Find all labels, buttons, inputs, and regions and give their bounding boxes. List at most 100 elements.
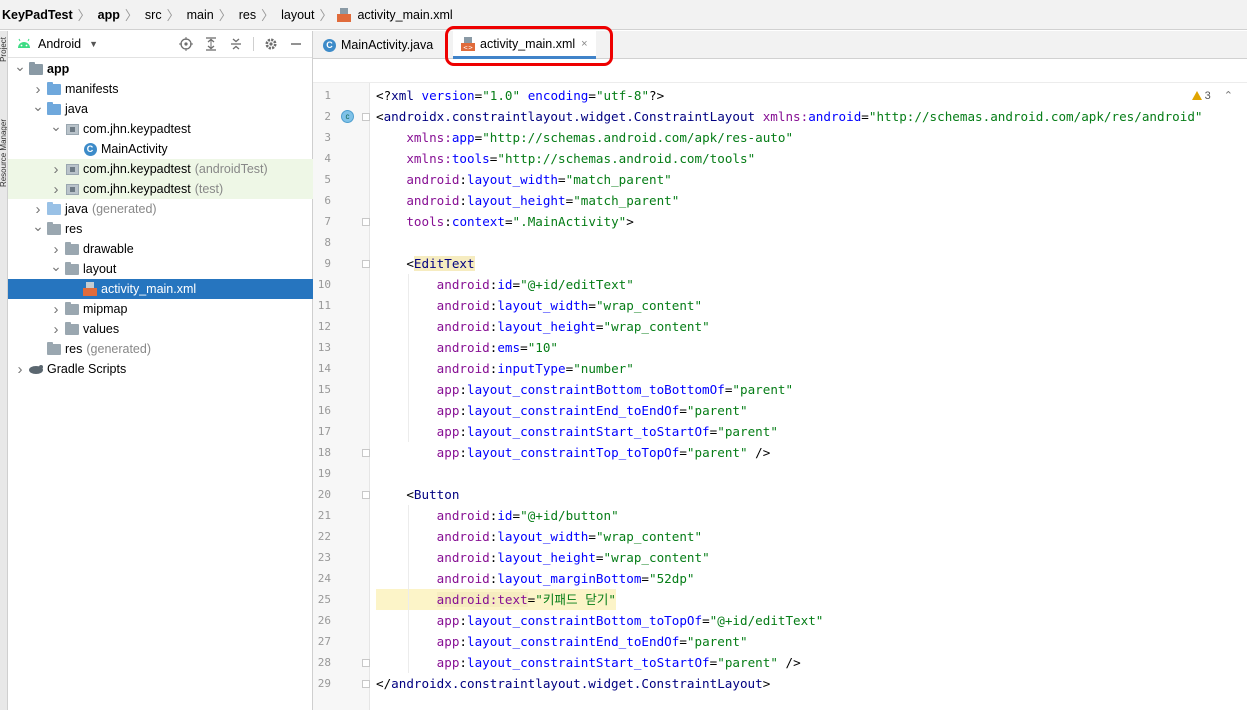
folder-icon bbox=[46, 341, 62, 357]
target-icon[interactable] bbox=[178, 36, 194, 52]
breadcrumb-item[interactable]: main bbox=[185, 8, 216, 22]
tree-item[interactable]: › com.jhn.keypadtest (androidTest) bbox=[8, 159, 313, 179]
line-number: 24 bbox=[317, 572, 331, 585]
breadcrumb-item[interactable]: activity_main.xml bbox=[355, 8, 454, 22]
collapse-all-icon[interactable] bbox=[228, 36, 244, 52]
breadcrumb-item[interactable]: KeyPadTest bbox=[0, 8, 75, 22]
chevron-down-icon[interactable]: ⌄ bbox=[48, 118, 64, 135]
code-token: layout_width bbox=[467, 172, 559, 187]
code-line: android:id="@+id/button" bbox=[376, 505, 619, 526]
tree-item[interactable]: res (generated) bbox=[8, 339, 313, 359]
tree-item-hint: (generated) bbox=[86, 342, 151, 356]
chevron-right-icon[interactable]: › bbox=[30, 81, 46, 98]
chevron-right-icon[interactable]: › bbox=[30, 201, 46, 218]
line-number: 25 bbox=[317, 593, 331, 606]
tree-item[interactable]: ⌄ com.jhn.keypadtest bbox=[8, 118, 313, 139]
project-view-label: Android bbox=[38, 37, 82, 51]
code-line: xmlns:app="http://schemas.android.com/ap… bbox=[376, 127, 793, 148]
android-icon bbox=[18, 38, 30, 48]
code-token: ?> bbox=[649, 88, 665, 103]
tree-item[interactable]: ⌄ layout bbox=[8, 258, 313, 279]
project-panel-header: Android ▼ bbox=[8, 31, 312, 58]
code-token: : bbox=[459, 655, 468, 670]
code-token: android bbox=[406, 172, 460, 187]
project-view-selector[interactable]: Android ▼ bbox=[16, 37, 98, 51]
code-line: </androidx.constraintlayout.widget.Const… bbox=[376, 673, 770, 694]
line-number: 10 bbox=[317, 278, 331, 291]
tree-item-label: layout bbox=[83, 262, 117, 276]
tree-item[interactable]: ⌄ java bbox=[8, 98, 313, 119]
fold-marker-icon[interactable] bbox=[362, 113, 370, 121]
tree-item[interactable]: C MainActivity bbox=[8, 139, 313, 159]
tree-item[interactable]: activity_main.xml bbox=[8, 279, 313, 299]
code-token: = bbox=[595, 319, 604, 334]
code-token: : bbox=[459, 613, 468, 628]
expand-all-icon[interactable] bbox=[203, 36, 219, 52]
code-line: xmlns:tools="http://schemas.android.com/… bbox=[376, 148, 755, 169]
fold-marker-icon[interactable] bbox=[362, 491, 370, 499]
tab-mainactivity[interactable]: C MainActivity.java bbox=[315, 31, 441, 59]
code-token: "parent" bbox=[686, 445, 748, 460]
tree-item[interactable]: ⌄ res bbox=[8, 218, 313, 239]
resource-manager-side-tab[interactable]: Resource Manager bbox=[0, 119, 7, 187]
tree-item[interactable]: › drawable bbox=[8, 239, 313, 259]
chevron-down-icon[interactable]: ⌄ bbox=[12, 58, 28, 75]
class-marker-icon[interactable]: c bbox=[341, 110, 354, 123]
code-token: layout_height bbox=[497, 319, 596, 334]
chevron-right-icon[interactable]: › bbox=[12, 361, 28, 378]
folder-icon bbox=[46, 221, 62, 237]
fold-marker-icon[interactable] bbox=[362, 449, 370, 457]
fold-marker-icon[interactable] bbox=[362, 659, 370, 667]
code-line: app:layout_constraintBottom_toTopOf="@+i… bbox=[376, 610, 824, 631]
tree-item-label: MainActivity bbox=[101, 142, 168, 156]
code-line: app:layout_constraintBottom_toBottomOf="… bbox=[376, 379, 793, 400]
close-icon[interactable]: × bbox=[581, 38, 587, 50]
tree-item[interactable]: › values bbox=[8, 319, 313, 339]
code-token: </ bbox=[376, 676, 392, 691]
tree-item[interactable]: ⌄ app bbox=[8, 58, 313, 79]
chevron-right-icon[interactable]: › bbox=[48, 181, 64, 198]
project-side-tab[interactable]: Project bbox=[0, 37, 7, 62]
chevron-right-icon[interactable]: › bbox=[48, 321, 64, 338]
folder-icon bbox=[64, 261, 80, 277]
line-number: 11 bbox=[317, 299, 331, 312]
chevron-right-icon: 〉 bbox=[319, 8, 333, 23]
code-token: : bbox=[459, 403, 468, 418]
tree-item[interactable]: › mipmap bbox=[8, 299, 313, 319]
code-line: android:ems="10" bbox=[376, 337, 558, 358]
chevron-down-icon[interactable]: ⌄ bbox=[30, 218, 46, 235]
line-number: 9 bbox=[324, 257, 331, 270]
tree-item[interactable]: › java (generated) bbox=[8, 199, 313, 219]
code-token: layout_constraintStart_toStartOf bbox=[467, 655, 710, 670]
breadcrumb-item[interactable]: app bbox=[96, 8, 122, 22]
chevron-right-icon: 〉 bbox=[218, 8, 232, 23]
chevron-down-icon[interactable]: ⌄ bbox=[48, 258, 64, 275]
chevron-down-icon[interactable]: ⌄ bbox=[30, 98, 46, 115]
chevron-right-icon[interactable]: › bbox=[48, 301, 64, 318]
chevron-right-icon[interactable]: › bbox=[48, 241, 64, 258]
code-token: "http://schemas.android.com/tools" bbox=[497, 151, 756, 166]
breadcrumb: KeyPadTest 〉 app 〉 src 〉 main 〉 res 〉 layout 〉 activ… bbox=[0, 0, 1247, 30]
code-token: xmlns: bbox=[762, 109, 809, 124]
tree-item[interactable]: › manifests bbox=[8, 79, 313, 99]
line-number: 8 bbox=[324, 236, 331, 249]
code-token: "parent" bbox=[732, 382, 794, 397]
code-area[interactable]: 3 ⌃ <?xml version="1.0" encoding="utf-8"… bbox=[370, 83, 1247, 710]
minimize-icon[interactable] bbox=[288, 36, 304, 52]
inspection-widget[interactable]: 3 ⌃ bbox=[1191, 89, 1233, 102]
tab-activity-main[interactable]: <> activity_main.xml × bbox=[453, 31, 596, 59]
tree-item[interactable]: › Gradle Scripts bbox=[8, 359, 313, 379]
line-number: 21 bbox=[317, 509, 331, 522]
breadcrumb-item[interactable]: layout bbox=[279, 8, 316, 22]
breadcrumb-item[interactable]: res bbox=[237, 8, 258, 22]
chevron-up-icon[interactable]: ⌃ bbox=[1224, 89, 1233, 102]
fold-marker-icon[interactable] bbox=[362, 260, 370, 268]
fold-marker-icon[interactable] bbox=[362, 680, 370, 688]
chevron-right-icon[interactable]: › bbox=[48, 161, 64, 178]
breadcrumb-item[interactable]: src bbox=[143, 8, 164, 22]
tree-item[interactable]: › com.jhn.keypadtest (test) bbox=[8, 179, 313, 199]
gear-icon[interactable] bbox=[263, 36, 279, 52]
fold-marker-icon[interactable] bbox=[362, 218, 370, 226]
